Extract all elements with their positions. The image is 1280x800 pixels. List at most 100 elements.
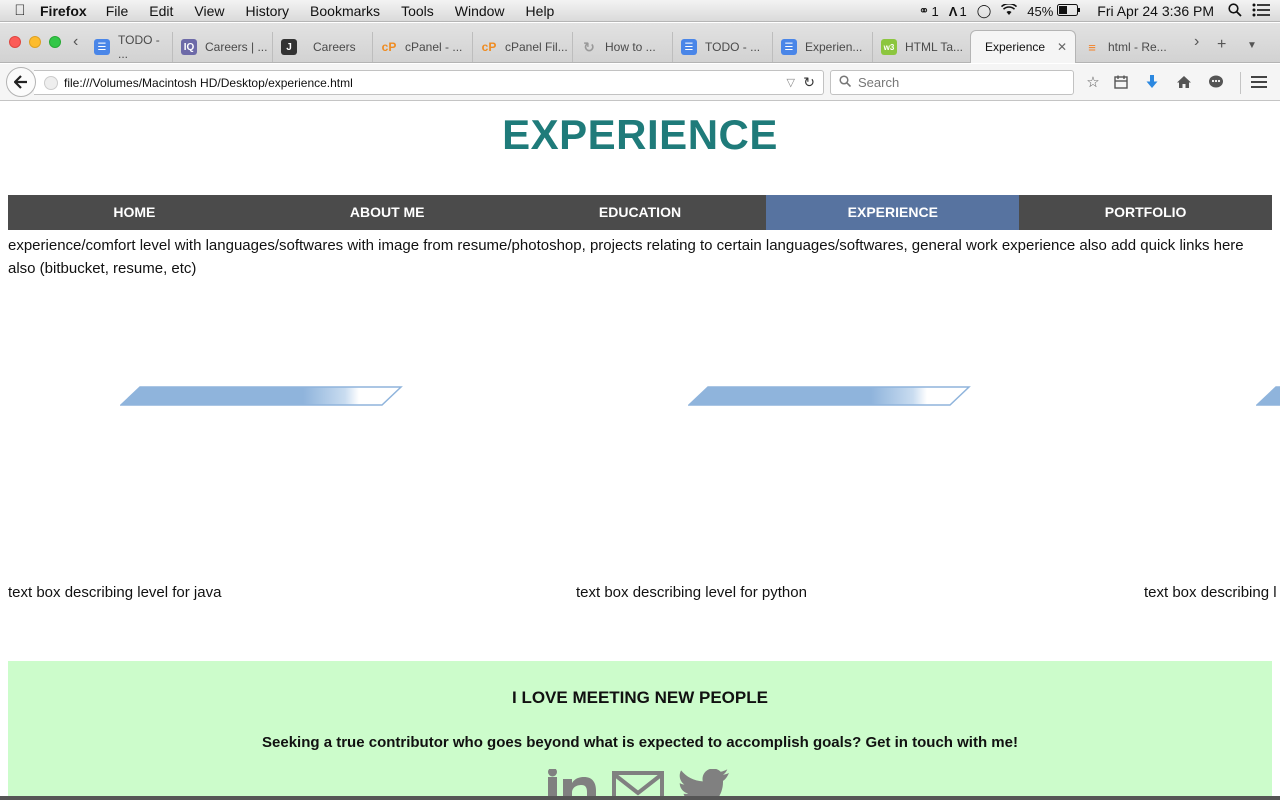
tab-label: Experien...	[805, 40, 863, 54]
skill-caption-java: text box describing level for java	[8, 584, 222, 601]
tab-how-to[interactable]: ↻ How to ...	[573, 32, 673, 62]
url-text[interactable]: file:///Volumes/Macintosh HD/Desktop/exp…	[64, 76, 353, 90]
skill-bar-graphic	[1256, 386, 1280, 406]
tab-cpanel[interactable]: cP cPanel - ...	[373, 32, 473, 62]
skill-bar-graphic	[688, 386, 971, 406]
cpanel-icon: cP	[381, 40, 397, 54]
back-arrow-icon	[14, 75, 27, 89]
docs-icon: ☰	[94, 39, 110, 55]
tab-label: How to ...	[605, 40, 656, 54]
time-machine-icon[interactable]: ◯	[977, 3, 992, 19]
back-button[interactable]	[6, 67, 36, 97]
nav-link-experience[interactable]: EXPERIENCE	[766, 195, 1020, 230]
menu-help[interactable]: Help	[526, 3, 555, 19]
tab-label: cPanel Fil...	[505, 40, 568, 54]
tab-todo-1[interactable]: ☰ TODO - ...	[86, 32, 173, 62]
toolbar-separator	[1240, 72, 1241, 94]
contact-subtitle: Seeking a true contributor who goes beyo…	[262, 734, 1018, 751]
page-viewport: EXPERIENCE HOME ABOUT ME EDUCATION EXPER…	[0, 101, 1280, 800]
loading-icon: ↻	[583, 38, 595, 55]
bookmarks-menu-icon[interactable]	[1110, 72, 1132, 92]
tab-html-tables[interactable]: w3 HTML Ta...	[873, 32, 973, 62]
tab-todo-2[interactable]: ☰ TODO - ...	[673, 32, 773, 62]
reload-icon[interactable]: ↻	[803, 74, 815, 91]
site-navigation: HOME ABOUT ME EDUCATION EXPERIENCE PORTF…	[8, 195, 1272, 230]
tab-experience-doc[interactable]: ☰ Experien...	[773, 32, 873, 62]
skill-caption-python: text box describing level for python	[576, 584, 807, 601]
creative-cloud-count: 1	[931, 3, 939, 19]
nav-link-education[interactable]: EDUCATION	[514, 195, 767, 230]
notification-center-icon[interactable]	[1252, 3, 1270, 20]
search-placeholder: Search	[858, 75, 900, 90]
bookmark-star-icon[interactable]: ☆	[1082, 72, 1104, 92]
creative-cloud-icon[interactable]: ⚭	[919, 3, 930, 19]
skill-level-bar-third	[1256, 386, 1280, 406]
menu-edit[interactable]: Edit	[149, 3, 173, 19]
intro-paragraph: experience/comfort level with languages/…	[8, 237, 1244, 277]
skill-caption-third: text box describing l	[1144, 584, 1277, 601]
download-icon[interactable]	[1141, 72, 1163, 92]
menu-history[interactable]: History	[245, 3, 289, 19]
list-all-tabs-icon[interactable]: ▼	[1247, 40, 1257, 51]
status-area: ⚭ 1 Λ 1 ◯ 45% Fri Apr 24 3:36 PM	[919, 0, 1280, 22]
apple-menu-icon[interactable]: 	[0, 2, 40, 19]
search-input[interactable]: Search	[830, 70, 1074, 95]
app-menu-firefox[interactable]: Firefox	[40, 3, 87, 19]
macos-menubar:  Firefox File Edit View History Bookmar…	[0, 0, 1280, 22]
tab-label: cPanel - ...	[405, 40, 463, 54]
chat-icon[interactable]	[1205, 72, 1227, 92]
tab-label: Experience	[985, 40, 1046, 54]
nav-link-portfolio[interactable]: PORTFOLIO	[1019, 195, 1272, 230]
close-window-button[interactable]	[9, 36, 21, 48]
docs-icon: ☰	[681, 39, 697, 55]
tab-experience-active[interactable]: Experience ✕	[970, 30, 1076, 63]
url-bar[interactable]: file:///Volumes/Macintosh HD/Desktop/exp…	[34, 70, 824, 95]
tab-cpanel-files[interactable]: cP cPanel Fil...	[473, 32, 573, 62]
tabs-scroll-left-icon[interactable]: ‹	[73, 33, 78, 51]
stackoverflow-icon: ≡	[1088, 39, 1096, 55]
tab-label: TODO - ...	[705, 40, 761, 54]
home-icon[interactable]	[1173, 72, 1195, 92]
tab-careers-iq[interactable]: IQ Careers | ...	[173, 32, 273, 62]
tab-careers[interactable]: J Careers	[273, 32, 373, 62]
desktop-edge	[0, 796, 1280, 800]
w3-icon: w3	[881, 39, 897, 55]
menu-bookmarks[interactable]: Bookmarks	[310, 3, 380, 19]
adobe-count: 1	[959, 3, 967, 19]
contact-title: I LOVE MEETING NEW PEOPLE	[512, 688, 768, 707]
menu-view[interactable]: View	[194, 3, 224, 19]
nav-link-about-me[interactable]: ABOUT ME	[261, 195, 514, 230]
battery-percent: 45%	[1027, 3, 1054, 19]
tabs-scroll-right-icon[interactable]: ›	[1194, 33, 1199, 51]
tab-label: Careers	[313, 40, 356, 54]
battery-icon[interactable]	[1057, 3, 1081, 19]
spotlight-icon[interactable]	[1228, 2, 1242, 20]
iq-icon: IQ	[181, 39, 197, 55]
close-tab-icon[interactable]: ✕	[1057, 40, 1067, 54]
hamburger-menu-icon[interactable]	[1248, 72, 1270, 92]
menu-file[interactable]: File	[106, 3, 129, 19]
menu-window[interactable]: Window	[455, 3, 505, 19]
minimize-window-button[interactable]	[29, 36, 41, 48]
search-icon	[839, 75, 852, 90]
wifi-icon[interactable]	[1001, 2, 1018, 19]
zoom-window-button[interactable]	[49, 36, 61, 48]
clock[interactable]: Fri Apr 24 3:36 PM	[1097, 3, 1214, 19]
menu-tools[interactable]: Tools	[401, 3, 434, 19]
tab-label: Careers | ...	[205, 40, 268, 54]
nav-link-home[interactable]: HOME	[8, 195, 261, 230]
site-identity-icon[interactable]	[44, 75, 58, 90]
adobe-icon[interactable]: Λ	[949, 4, 958, 19]
tab-label: HTML Ta...	[905, 40, 964, 54]
skill-level-bar-python	[688, 386, 972, 406]
tab-label: html - Re...	[1108, 40, 1167, 54]
skill-level-bar-java	[120, 386, 404, 406]
docs-icon: ☰	[781, 39, 797, 55]
new-tab-icon[interactable]: +	[1217, 36, 1226, 54]
tab-strip: ‹ ☰ TODO - ... IQ Careers | ... J Career…	[0, 23, 1280, 63]
url-history-dropdown-icon[interactable]: ▽	[787, 76, 795, 89]
contact-section: I LOVE MEETING NEW PEOPLE Seeking a true…	[8, 661, 1272, 800]
page-title: EXPERIENCE	[502, 111, 778, 158]
skill-bar-graphic	[120, 386, 403, 406]
tab-stackoverflow[interactable]: ≡ html - Re...	[1076, 32, 1186, 62]
